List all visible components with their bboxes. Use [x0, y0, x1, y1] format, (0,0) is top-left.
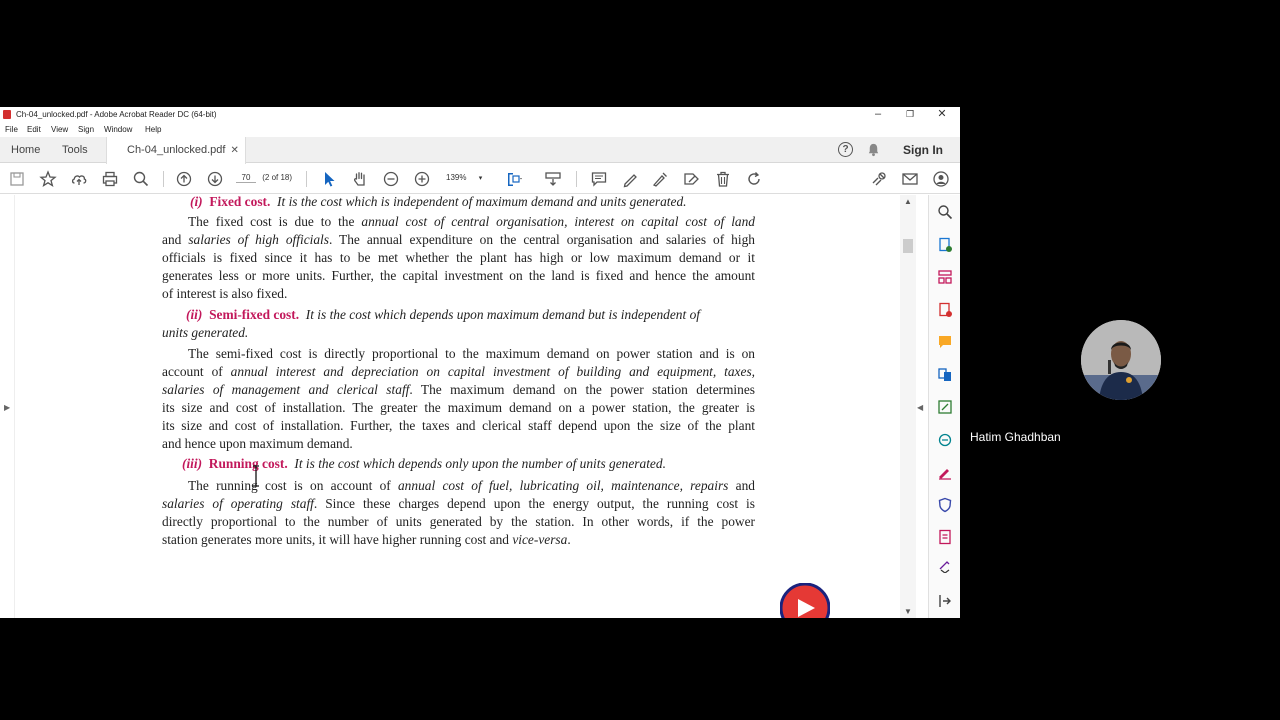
zoom-in-icon[interactable]: [413, 170, 431, 188]
zoom-search-icon[interactable]: [937, 204, 953, 220]
fixed-cost-line-2: and salaries of high officials. The annu…: [162, 232, 755, 247]
upload-cloud-icon[interactable]: [70, 170, 88, 188]
semi-fixed-line-2: account of annual interest and depreciat…: [162, 364, 755, 379]
vertical-scrollbar[interactable]: ▲ ▼: [900, 195, 916, 618]
export-pdf-icon[interactable]: [937, 302, 953, 318]
edit-pdf-icon[interactable]: [937, 399, 953, 415]
menu-file[interactable]: File: [5, 125, 18, 134]
zoom-value: 139%: [446, 173, 467, 182]
semi-fixed-cost-heading: (ii) Semi-fixed cost. It is the cost whi…: [186, 307, 700, 322]
optimize-pdf-icon[interactable]: [937, 529, 953, 545]
collapse-right-panel-icon[interactable]: ◀: [917, 403, 923, 412]
acrobat-window: Ch-04_unlocked.pdf - Adobe Acrobat Reade…: [0, 107, 960, 618]
title-bar: Ch-04_unlocked.pdf - Adobe Acrobat Reade…: [0, 107, 960, 122]
fixed-cost-line-4: generates less or more units. Further, t…: [162, 268, 755, 283]
running-cost-line-1: The running cost is on account of annual…: [188, 478, 755, 493]
toolbar: 70 (2 of 18) 139% ▾: [0, 164, 960, 194]
semi-fixed-def-line-2: units generated.: [162, 325, 249, 340]
organize-pages-icon[interactable]: [937, 269, 953, 285]
participant-name: Hatim Ghadhban: [970, 430, 1061, 444]
acrobat-app-icon: [3, 110, 11, 119]
menu-edit[interactable]: Edit: [27, 125, 41, 134]
tab-home[interactable]: Home: [11, 137, 40, 163]
create-pdf-icon[interactable]: [937, 237, 953, 253]
zoom-out-icon[interactable]: [382, 170, 400, 188]
link-edit-icon[interactable]: [870, 170, 888, 188]
tab-document[interactable]: Ch-04_unlocked.pdf ✕: [106, 137, 246, 164]
semi-fixed-line-6: and hence upon maximum demand.: [162, 436, 353, 451]
email-icon[interactable]: [901, 170, 919, 188]
save-icon[interactable]: [8, 170, 26, 188]
combine-files-icon[interactable]: [937, 367, 953, 383]
zoom-select[interactable]: 139% ▾: [446, 173, 482, 182]
minimize-button[interactable]: –: [866, 108, 890, 120]
page-count: (2 of 18): [262, 173, 293, 182]
more-tools-icon[interactable]: [937, 557, 953, 573]
page-number-input[interactable]: 70: [236, 173, 256, 183]
fixed-cost-line-5: of interest is also fixed.: [162, 286, 288, 301]
draw-tool-icon[interactable]: [651, 170, 669, 188]
document-view[interactable]: ▶ (i) Fixed cost. It is the cost which i…: [0, 194, 928, 618]
bookmark-star-icon[interactable]: [39, 170, 57, 188]
notification-bell-icon[interactable]: [866, 142, 881, 157]
tab-bar: Home Tools Ch-04_unlocked.pdf ✕ ? Sign In: [0, 137, 960, 164]
fixed-cost-heading: (i) Fixed cost. It is the cost which is …: [190, 194, 687, 209]
search-icon[interactable]: [132, 170, 150, 188]
pdf-page: (i) Fixed cost. It is the cost which is …: [14, 194, 900, 618]
fill-sign-icon[interactable]: [683, 170, 701, 188]
page-fit-icon[interactable]: [505, 170, 523, 188]
hand-tool-icon[interactable]: [351, 170, 369, 188]
comment-icon[interactable]: [590, 170, 608, 188]
tab-document-label: Ch-04_unlocked.pdf: [127, 144, 226, 156]
restore-button[interactable]: ❐: [898, 108, 922, 120]
help-icon[interactable]: ?: [838, 142, 853, 157]
participant-video-tile: Hatim Ghadhban: [960, 270, 1280, 450]
scroll-up-icon[interactable]: ▲: [904, 197, 912, 206]
comment-tool-icon[interactable]: [937, 334, 953, 350]
rotate-icon[interactable]: [745, 170, 763, 188]
previous-page-icon[interactable]: [175, 170, 193, 188]
sign-in-link[interactable]: Sign In: [903, 143, 943, 157]
print-icon[interactable]: [101, 170, 119, 188]
play-video-button[interactable]: [780, 583, 830, 618]
tab-tools[interactable]: Tools: [62, 137, 88, 163]
delete-icon[interactable]: [714, 170, 732, 188]
close-tab-icon[interactable]: ✕: [230, 145, 238, 156]
close-window-button[interactable]: ✕: [930, 108, 954, 120]
fixed-cost-line-1: The fixed cost is due to the annual cost…: [188, 214, 755, 229]
fixed-cost-line-3: officials is fixed since it has to be me…: [162, 250, 755, 265]
window-title: Ch-04_unlocked.pdf - Adobe Acrobat Reade…: [16, 110, 217, 119]
share-user-icon[interactable]: [932, 170, 950, 188]
menu-window[interactable]: Window: [104, 125, 132, 134]
scroll-mode-icon[interactable]: [544, 170, 562, 188]
tools-pane: [928, 195, 960, 618]
page-indicator: 70 (2 of 18): [236, 173, 292, 183]
scan-ocr-icon[interactable]: [937, 432, 953, 448]
text-cursor-icon: [253, 465, 259, 487]
expand-tools-pane-icon[interactable]: [937, 593, 953, 609]
next-page-icon[interactable]: [206, 170, 224, 188]
expand-left-panel-icon[interactable]: ▶: [4, 403, 10, 412]
running-cost-line-4: station generates more units, it will ha…: [162, 532, 571, 547]
semi-fixed-line-1: The semi-fixed cost is directly proporti…: [188, 346, 755, 361]
protect-shield-icon[interactable]: [937, 497, 953, 513]
chevron-down-icon: ▾: [478, 175, 483, 182]
menu-view[interactable]: View: [51, 125, 68, 134]
highlight-pen-icon[interactable]: [621, 170, 639, 188]
participant-avatar: [1081, 320, 1161, 400]
running-cost-line-2: salaries of operating staff. Since these…: [162, 496, 755, 511]
fill-and-sign-icon[interactable]: [937, 464, 953, 480]
scroll-down-icon[interactable]: ▼: [904, 607, 912, 616]
semi-fixed-line-5: its size and cost of installation. Furth…: [162, 418, 755, 433]
semi-fixed-line-4: its size and cost of installation. The g…: [162, 400, 755, 415]
menu-help[interactable]: Help: [145, 125, 161, 134]
scroll-thumb[interactable]: [903, 239, 913, 253]
menu-sign[interactable]: Sign: [78, 125, 94, 134]
select-cursor-icon[interactable]: [320, 170, 338, 188]
semi-fixed-line-3: salaries of management and clerical staf…: [162, 382, 756, 397]
running-cost-line-3: directly proportional to the number of u…: [162, 514, 755, 529]
